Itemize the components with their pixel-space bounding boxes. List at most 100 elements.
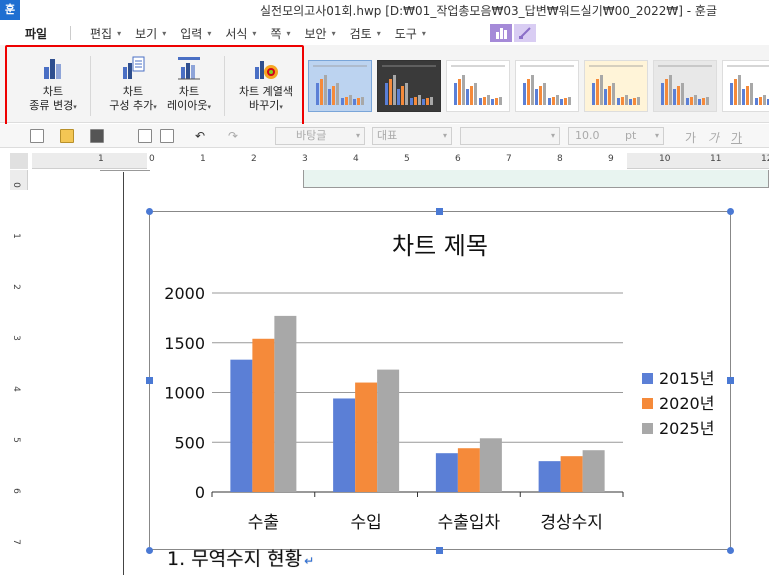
paragraph-mark: ↵ — [304, 554, 315, 568]
font-size-unit: pt — [625, 129, 637, 142]
bar-3-2 — [377, 369, 400, 492]
underline-button[interactable]: 가 — [731, 129, 742, 146]
menu-item[interactable]: 보기 ▾ — [135, 25, 166, 42]
resize-handle-right[interactable] — [727, 377, 734, 384]
chevron-down-icon: ▾ — [162, 29, 167, 38]
ruler-active-area — [10, 190, 28, 575]
resize-handle-bottom-left[interactable] — [146, 547, 153, 554]
ruler-number: 10 — [659, 154, 671, 164]
font-language-value: 대표 — [377, 129, 398, 142]
horizontal-ruler[interactable]: 10123456789101112 — [32, 153, 769, 169]
x-category-label: 수출 — [248, 513, 279, 533]
ruler-number: 2 — [10, 284, 21, 290]
menu-item[interactable]: 검토 ▾ — [350, 25, 381, 42]
section-heading[interactable]: 1. 무역수지 현황 ↵ — [167, 544, 314, 571]
save-icon[interactable] — [90, 129, 104, 143]
page-margin-line — [123, 172, 124, 575]
ruler-number: 6 — [455, 154, 461, 164]
bar-1-4 — [538, 461, 561, 492]
menu-item-label: 보안 — [304, 27, 327, 41]
undo-icon[interactable]: ↶ — [195, 129, 205, 143]
app-logo[interactable]: 훈 — [0, 0, 20, 20]
font-size-field[interactable]: 10.0 pt ▾ — [568, 127, 664, 145]
thumbnail-title — [520, 65, 574, 67]
chart-style-thumbnail[interactable] — [377, 60, 441, 112]
resize-handle-bottom-right[interactable] — [727, 547, 734, 554]
thumbnail-bars — [660, 71, 710, 105]
table-cell[interactable] — [303, 170, 769, 188]
menu-item-label: 쪽 — [270, 27, 282, 41]
thumbnail-title — [727, 65, 769, 67]
y-tick-label: 500 — [174, 433, 205, 452]
vertical-ruler[interactable]: 0 1 2 3 4 5 6 7 — [10, 170, 28, 575]
legend-swatch — [642, 423, 653, 434]
chart-brush-icon — [519, 27, 531, 39]
legend-label: 2015년 — [659, 369, 714, 388]
menu-item[interactable]: 쪽 ▾ — [270, 25, 290, 42]
new-document-icon[interactable] — [30, 129, 44, 143]
resize-handle-top-right[interactable] — [727, 208, 734, 215]
chevron-down-icon: ▾ — [117, 29, 122, 38]
menu-item[interactable]: 서식 ▾ — [225, 25, 256, 42]
ruler-active-area — [147, 153, 627, 169]
thumbnail-title — [313, 65, 367, 67]
redo-icon[interactable]: ↷ — [228, 129, 238, 143]
ruler-number: 12 — [761, 154, 769, 164]
resize-handle-top[interactable] — [436, 208, 443, 215]
heading-number: 1. — [167, 548, 186, 570]
resize-handle-bottom[interactable] — [436, 547, 443, 554]
menu-file[interactable]: 파일 — [25, 25, 47, 42]
chart-style-thumbnail[interactable] — [722, 60, 769, 112]
ruler-number: 5 — [404, 154, 410, 164]
menu-item-label: 도구 — [394, 27, 417, 41]
thumbnail-title — [451, 65, 505, 67]
chevron-down-icon: ▾ — [252, 29, 257, 38]
chevron-down-icon: ▾ — [376, 29, 381, 38]
ruler-number: 1 — [10, 233, 21, 239]
menu-item[interactable]: 도구 ▾ — [395, 25, 426, 42]
print-preview-icon[interactable] — [160, 129, 174, 143]
font-language-select[interactable]: 대표 ▾ — [372, 127, 452, 145]
chart-style-thumbnail[interactable] — [584, 60, 648, 112]
thumbnail-bars — [453, 71, 503, 105]
chart-style-thumbnail[interactable] — [515, 60, 579, 112]
formatting-toolbar: ↶ ↷ 바탕글 ▾ 대표 ▾ ▾ 10.0 pt ▾ 가 가 가 — [0, 124, 769, 148]
thumbnail-bars — [315, 71, 365, 105]
chart-style-thumbnail[interactable] — [308, 60, 372, 112]
ruler-corner — [10, 153, 28, 169]
menu-item[interactable]: 보안 ▾ — [305, 25, 336, 42]
paragraph-style-select[interactable]: 바탕글 ▾ — [275, 127, 365, 145]
heading-text: 무역수지 현황 — [191, 548, 303, 570]
legend-label: 2025년 — [659, 419, 714, 438]
thumbnail-bars — [591, 71, 641, 105]
bar-2-2 — [355, 382, 378, 492]
bar-3-3 — [479, 438, 502, 492]
print-icon[interactable] — [138, 129, 152, 143]
menu-item[interactable]: 편집 ▾ — [90, 25, 121, 42]
menu-item[interactable]: 입력 ▾ — [180, 25, 211, 42]
resize-handle-top-left[interactable] — [146, 208, 153, 215]
thumbnail-title — [589, 65, 643, 67]
thumbnail-bars — [729, 71, 769, 105]
window-title: 실전모의고사01회.hwp [D:₩01_작업총모음₩03_답변₩워드실기₩00… — [260, 4, 718, 18]
bar-1-3 — [435, 453, 458, 492]
chart-style-thumbnail[interactable] — [653, 60, 717, 112]
italic-button[interactable]: 가 — [708, 129, 719, 146]
bar-chart[interactable]: 차트 제목 0 500 1000 1500 2000 수출 수입 수출입차 경상수지 2015년 20… — [149, 211, 731, 550]
resize-handle-left[interactable] — [146, 377, 153, 384]
ruler-number: 11 — [710, 154, 722, 164]
chart-design-tab[interactable] — [490, 24, 512, 42]
bar-2-3 — [457, 448, 480, 492]
y-tick-label: 1500 — [164, 334, 205, 353]
thumbnail-bars — [384, 71, 434, 105]
menu-divider — [70, 26, 71, 40]
crop-mark — [100, 170, 150, 171]
bold-button[interactable]: 가 — [685, 129, 696, 146]
paragraph-style-value: 바탕글 — [296, 129, 327, 142]
font-face-select[interactable]: ▾ — [460, 127, 560, 145]
open-folder-icon[interactable] — [60, 129, 74, 143]
thumbnail-title — [382, 65, 436, 67]
chart-format-tab[interactable] — [514, 24, 536, 42]
thumbnail-bars — [522, 71, 572, 105]
chart-style-thumbnail[interactable] — [446, 60, 510, 112]
